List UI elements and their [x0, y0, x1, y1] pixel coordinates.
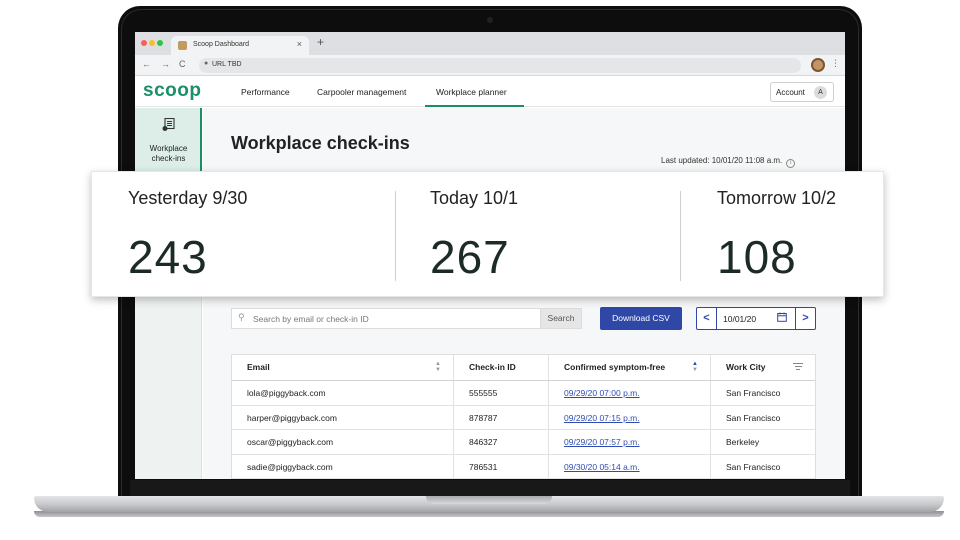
browser-tab[interactable]: Scoop Dashboard × [171, 36, 309, 55]
address-bar[interactable]: ● URL TBD [199, 58, 801, 73]
app-header: scoop Performance Carpooler management W… [135, 77, 845, 107]
browser-menu-icon[interactable]: ⋮ [831, 58, 840, 69]
email-cell: sadie@piggyback.com [232, 454, 454, 478]
stat-divider [680, 191, 681, 281]
browser-toolbar: ← → C ● URL TBD ⋮ [135, 55, 845, 76]
page-title: Workplace check-ins [231, 133, 410, 153]
last-updated-text: Last updated: 10/01/20 11:08 a.m. [661, 156, 783, 165]
stat-divider [395, 191, 396, 281]
sort-icon[interactable]: ▲ ▼ [435, 361, 441, 373]
column-header-work-city[interactable]: Work City [711, 355, 817, 380]
laptop-notch [426, 496, 552, 504]
sort-ascending-icon[interactable]: ▲ ▼ [692, 361, 698, 373]
stat-value-yesterday: 243 [128, 231, 208, 283]
stat-label-yesterday: Yesterday 9/30 [128, 188, 248, 208]
work-city-cell: Berkeley [726, 437, 760, 447]
url-text: URL TBD [212, 61, 242, 68]
symptom-free-cell: 09/29/20 07:15 p.m. [549, 405, 711, 429]
favicon-icon [178, 41, 187, 50]
symptom-free-link[interactable]: 09/29/20 07:57 p.m. [564, 437, 640, 447]
search-input[interactable] [253, 311, 533, 326]
info-icon[interactable]: i [786, 159, 796, 168]
email-cell: lola@piggyback.com [232, 381, 454, 405]
stat-value-tomorrow: 108 [717, 231, 797, 283]
previous-day-button[interactable]: < [697, 308, 717, 329]
browser-tab-title: Scoop Dashboard [193, 41, 250, 48]
forward-arrow-icon[interactable]: → [161, 59, 170, 69]
symptom-free-cell: 09/29/20 07:00 p.m. [549, 381, 711, 405]
work-city-cell: San Francisco [726, 461, 781, 472]
sidebar-item-workplace-check-ins[interactable]: Workplace check-ins [135, 108, 202, 172]
close-tab-icon[interactable]: × [297, 39, 302, 49]
sidebar-item-label: Workplace check-ins [149, 144, 188, 163]
browser-tab-bar: Scoop Dashboard × + [135, 32, 845, 55]
check-ins-table: Email ▲ ▼ Check-in ID Confirmed symptom-f… [231, 354, 816, 479]
webcam [487, 17, 493, 23]
check-in-id-cell: 878787 [454, 405, 549, 429]
column-header-email[interactable]: Email ▲ ▼ [232, 355, 454, 380]
table-row: lola@piggyback.com 555555 09/29/20 07:00… [232, 381, 815, 406]
stat-label-tomorrow: Tomorrow 10/2 [717, 188, 837, 208]
symptom-free-link[interactable]: 09/29/20 07:00 p.m. [564, 388, 640, 398]
email-cell: oscar@piggyback.com [232, 430, 454, 454]
column-header-label: Check-in ID [469, 362, 516, 372]
email-cell: harper@piggyback.com [232, 405, 454, 429]
account-button[interactable]: Account A [770, 82, 834, 102]
account-label: Account [776, 88, 805, 97]
reload-icon[interactable]: C [179, 59, 186, 69]
table-row: oscar@piggyback.com 846327 09/29/20 07:5… [232, 430, 815, 455]
avatar: A [814, 86, 827, 99]
profile-avatar-icon[interactable] [811, 58, 825, 72]
check-in-id-cell: 846327 [454, 430, 549, 454]
search-icon: ⚲ [238, 312, 245, 322]
work-city-cell: San Francisco [726, 412, 781, 423]
lock-icon: ● [204, 60, 209, 67]
date-value[interactable]: 10/01/20 [723, 314, 756, 324]
table-row: harper@piggyback.com 878787 09/29/20 07:… [232, 405, 815, 430]
active-nav-indicator [425, 105, 524, 107]
symptom-free-cell: 09/30/20 05:14 a.m. [549, 454, 711, 478]
stat-label-today: Today 10/1 [430, 188, 519, 208]
scoop-logo[interactable]: scoop [143, 80, 201, 102]
search-button[interactable]: Search [540, 308, 582, 329]
filter-icon[interactable] [793, 363, 803, 372]
check-in-stats-card: Yesterday 9/30 243 Today 10/1 267 Tomorr… [91, 171, 884, 297]
back-arrow-icon[interactable]: ← [142, 59, 151, 69]
laptop-hinge [130, 480, 850, 496]
maximize-window-button[interactable] [157, 40, 163, 46]
calendar-icon[interactable] [777, 312, 787, 322]
minimize-window-button[interactable] [149, 40, 155, 46]
nav-workplace-planner[interactable]: Workplace planner [436, 87, 507, 97]
table-row: sadie@piggyback.com 786531 09/30/20 05:1… [232, 454, 815, 479]
column-header-label: Email [247, 362, 270, 372]
table-header-row: Email ▲ ▼ Check-in ID Confirmed symptom-f… [232, 355, 815, 381]
symptom-free-cell: 09/29/20 07:57 p.m. [549, 430, 711, 454]
work-city-cell: San Francisco [726, 388, 781, 398]
nav-performance[interactable]: Performance [241, 87, 290, 97]
symptom-free-link[interactable]: 09/30/20 05:14 a.m. [564, 462, 640, 472]
check-in-id-cell: 555555 [454, 381, 549, 405]
download-csv-button[interactable]: Download CSV [600, 307, 682, 330]
column-header-confirmed-symptom-free[interactable]: Confirmed symptom-free ▲ ▼ [549, 355, 711, 380]
symptom-free-link[interactable]: 09/29/20 07:15 p.m. [564, 413, 640, 423]
column-header-label: Work City [726, 362, 766, 372]
search-box: ⚲ [231, 308, 540, 329]
nav-carpooler-management[interactable]: Carpooler management [317, 87, 406, 97]
next-day-button[interactable]: > [795, 308, 815, 329]
last-updated: Last updated: 10/01/20 11:08 a.m. i [661, 156, 796, 168]
check-in-id-cell: 786531 [454, 454, 549, 478]
date-picker: < 10/01/20 > [696, 307, 816, 330]
stat-value-today: 267 [430, 231, 510, 283]
column-header-label: Confirmed symptom-free [564, 362, 666, 372]
new-tab-button[interactable]: + [317, 35, 324, 49]
close-window-button[interactable] [141, 40, 147, 46]
column-header-check-in-id: Check-in ID [454, 355, 549, 380]
checklist-icon [162, 118, 175, 131]
